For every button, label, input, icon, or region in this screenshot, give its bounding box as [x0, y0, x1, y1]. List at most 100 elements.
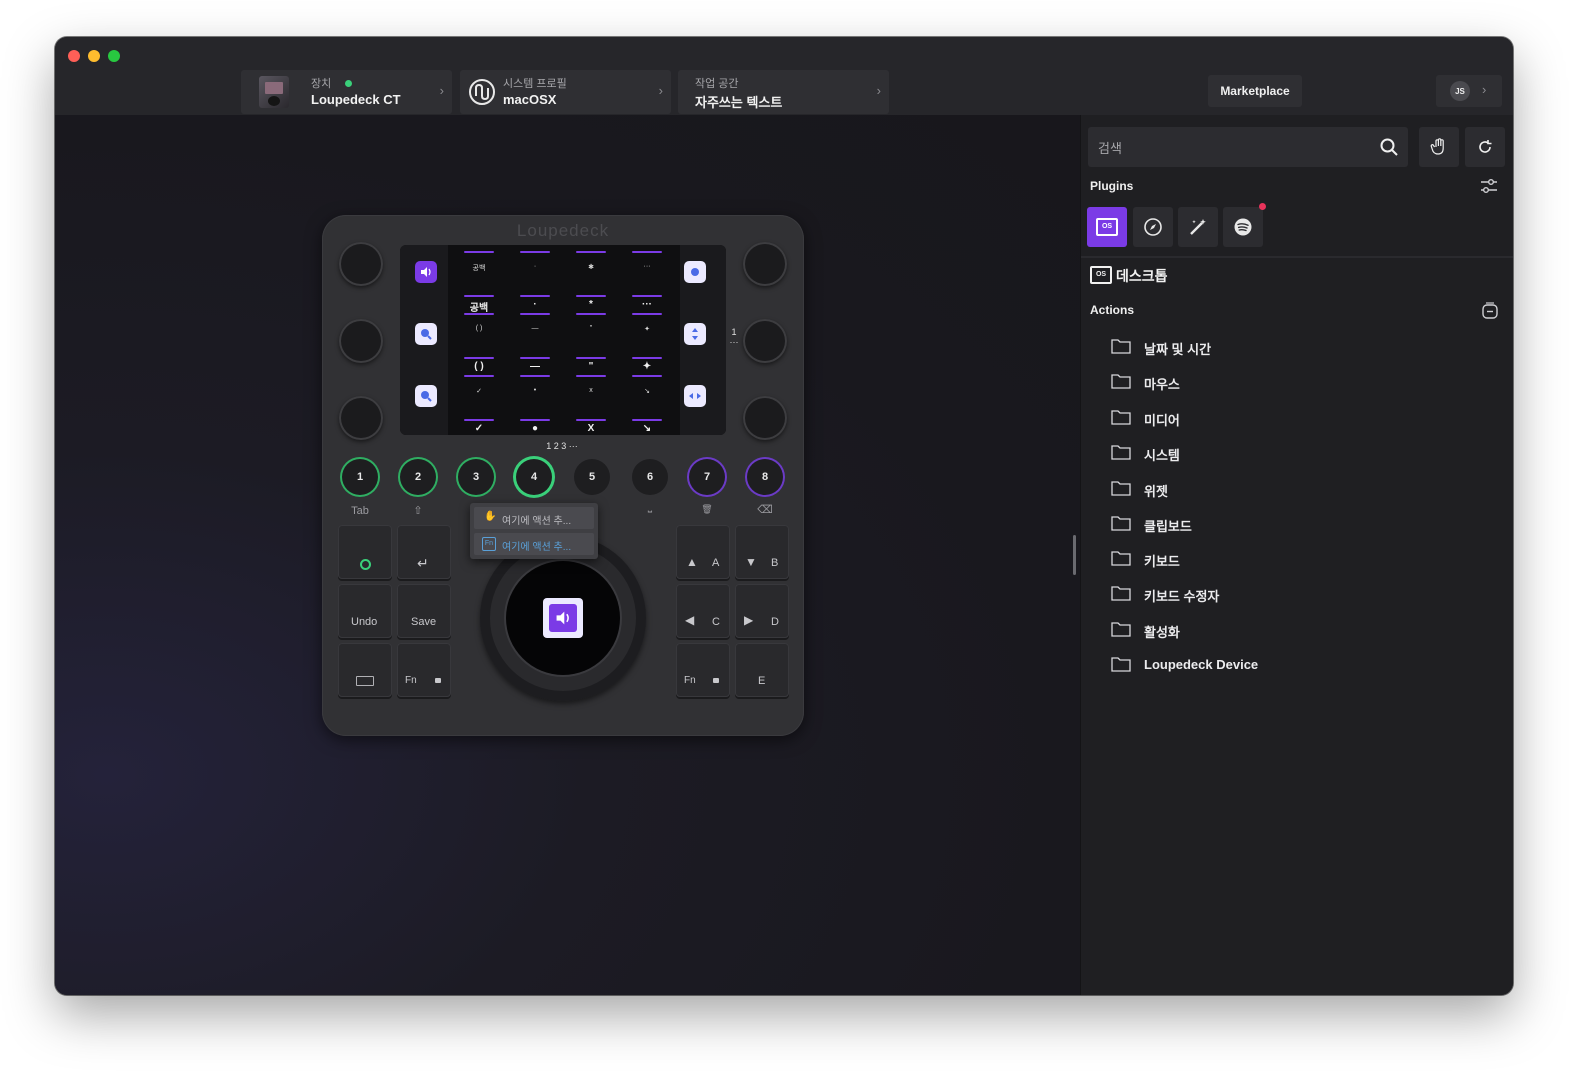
notification-badge [1259, 203, 1266, 210]
key-undo[interactable]: Undo [338, 584, 392, 638]
marketplace-button[interactable]: Marketplace [1208, 75, 1302, 107]
folder-icon [1111, 481, 1131, 496]
key-fn-right[interactable]: Fn [676, 643, 730, 697]
search-input[interactable]: 검색 [1098, 138, 1122, 157]
minimize-window-button[interactable] [88, 50, 100, 62]
number-button-2[interactable]: 2 [400, 459, 436, 495]
wheel-screen[interactable] [506, 561, 620, 675]
folder-media[interactable]: 미디어 [1111, 409, 1180, 429]
spotify-icon[interactable] [1223, 207, 1263, 247]
folder-keyboard[interactable]: 키보드 [1111, 550, 1180, 570]
number-button-1[interactable]: 1 [342, 459, 378, 495]
screen-key-r1c3[interactable]: ✱ * [568, 251, 614, 310]
workspace-selector[interactable]: 작업 공간 자주쓰는 텍스트 › [678, 70, 889, 114]
folder-mouse[interactable]: 마우스 [1111, 373, 1180, 393]
number-button-6[interactable]: 6 [632, 459, 668, 495]
popup-row-press[interactable]: ✋ 여기에 액션 추... [474, 507, 594, 529]
brightness-icon[interactable] [684, 261, 706, 283]
key-keyboard[interactable] [338, 643, 392, 697]
number-button-3[interactable]: 3 [458, 459, 494, 495]
jog-wheel[interactable] [480, 535, 646, 701]
backspace-icon: ⌫ [757, 504, 773, 516]
volume-icon[interactable] [415, 261, 437, 283]
workspace-label: 작업 공간 [695, 78, 739, 90]
page-indicator[interactable]: 1 2 3 ··· [512, 441, 612, 451]
folder-date-time[interactable]: 날짜 및 시간 [1111, 338, 1211, 358]
user-menu-button[interactable]: JS › [1436, 75, 1502, 107]
folder-clipboard[interactable]: 클립보드 [1111, 515, 1192, 535]
key-b[interactable]: ▼ B [735, 525, 789, 579]
chevron-right-icon: › [876, 83, 881, 98]
folder-keyboard-modifiers[interactable]: 키보드 수정자 [1111, 585, 1219, 605]
key-fn-left[interactable]: Fn [397, 643, 451, 697]
key-c[interactable]: ◀ C [676, 584, 730, 638]
knob-left-1[interactable] [339, 242, 383, 286]
screen-key-r3c2[interactable]: • ● [512, 375, 558, 434]
arrow-down-icon: ▼ [745, 555, 757, 569]
number-button-7[interactable]: 7 [689, 459, 725, 495]
screen-key-r1c4[interactable]: ··· ··· [624, 251, 670, 310]
folder-loupedeck-device[interactable]: Loupedeck Device [1111, 656, 1258, 676]
screen-key-r1c1[interactable]: 공백 공백 [456, 251, 502, 314]
knob-right-1[interactable] [743, 242, 787, 286]
profile-selector[interactable]: 시스템 프로필 macOSX › [460, 70, 671, 114]
touch-mode-button[interactable] [1419, 127, 1459, 167]
knob-right-2[interactable] [743, 319, 787, 363]
key-e[interactable]: E [735, 643, 789, 697]
screen-key-r2c4[interactable]: ✦ ✦ [624, 313, 670, 372]
folder-icon [1111, 339, 1131, 354]
folder-icon [1111, 551, 1131, 566]
close-window-button[interactable] [68, 50, 80, 62]
knob-left-3[interactable] [339, 396, 383, 440]
screen-key-r3c3[interactable]: xX [568, 375, 614, 434]
workspace-name: 자주쓰는 텍스트 [695, 95, 783, 110]
screen-key-r2c3[interactable]: " " [568, 313, 614, 372]
popup-row-fn[interactable]: Fn 여기에 액션 추... [474, 533, 594, 555]
screen-key-r3c1[interactable]: ✓ ✓ [456, 375, 502, 434]
device-logo: Loupedeck [516, 221, 610, 240]
device-canvas: Loupedeck 1 ··· 공백 공백 · · ✱ * ··· ··· (… [55, 115, 1080, 995]
folder-widget[interactable]: 위젯 [1111, 480, 1168, 500]
key-circle[interactable] [338, 525, 392, 579]
zoom-out-icon[interactable] [415, 385, 437, 407]
screen-key-r3c4[interactable]: ↘ ↘ [624, 375, 670, 434]
collapse-all-icon[interactable] [1480, 301, 1500, 321]
scroll-horizontal-icon[interactable] [684, 385, 706, 407]
zoom-window-button[interactable] [108, 50, 120, 62]
folder-icon [1111, 410, 1131, 425]
refresh-button[interactable] [1465, 127, 1505, 167]
number-button-8[interactable]: 8 [747, 459, 783, 495]
key-enter[interactable]: ↵ [397, 525, 451, 579]
loupedeck-ct-device: Loupedeck 1 ··· 공백 공백 · · ✱ * ··· ··· (… [322, 215, 804, 736]
key-d[interactable]: ▶ D [735, 584, 789, 638]
compass-icon[interactable] [1133, 207, 1173, 247]
fn-icon: Fn [482, 537, 496, 551]
filter-settings-icon[interactable] [1480, 178, 1498, 194]
scroll-vertical-icon[interactable] [684, 323, 706, 345]
profile-label: 시스템 프로필 [503, 78, 567, 90]
device-thumbnail-icon [259, 76, 289, 108]
search-icon[interactable] [1380, 138, 1398, 156]
folder-activation[interactable]: 활성화 [1111, 621, 1180, 641]
desktop-os-icon[interactable]: OS [1087, 207, 1127, 247]
screen-key-r2c1[interactable]: ( )( ) [456, 313, 502, 372]
screen-key-r2c2[interactable]: — — [512, 313, 558, 372]
zoom-in-icon[interactable] [415, 323, 437, 345]
chevron-right-icon: › [1482, 82, 1487, 97]
folder-icon [1111, 657, 1131, 672]
knob-left-2[interactable] [339, 319, 383, 363]
folder-icon [1111, 622, 1131, 637]
panel-resize-handle[interactable] [1073, 535, 1076, 575]
number-button-4[interactable]: 4 [516, 459, 552, 495]
key-save[interactable]: Save [397, 584, 451, 638]
screen-key-r1c2[interactable]: · · [512, 251, 558, 310]
key-a[interactable]: ▲ A [676, 525, 730, 579]
device-selector[interactable]: 장치 Loupedeck CT › [241, 70, 452, 114]
volume-icon[interactable] [543, 598, 583, 638]
folder-icon [1111, 516, 1131, 531]
number-button-5[interactable]: 5 [574, 459, 610, 495]
search-field[interactable]: 검색 [1088, 127, 1408, 167]
knob-right-3[interactable] [743, 396, 787, 440]
folder-system[interactable]: 시스템 [1111, 444, 1180, 464]
magic-wand-icon[interactable] [1178, 207, 1218, 247]
